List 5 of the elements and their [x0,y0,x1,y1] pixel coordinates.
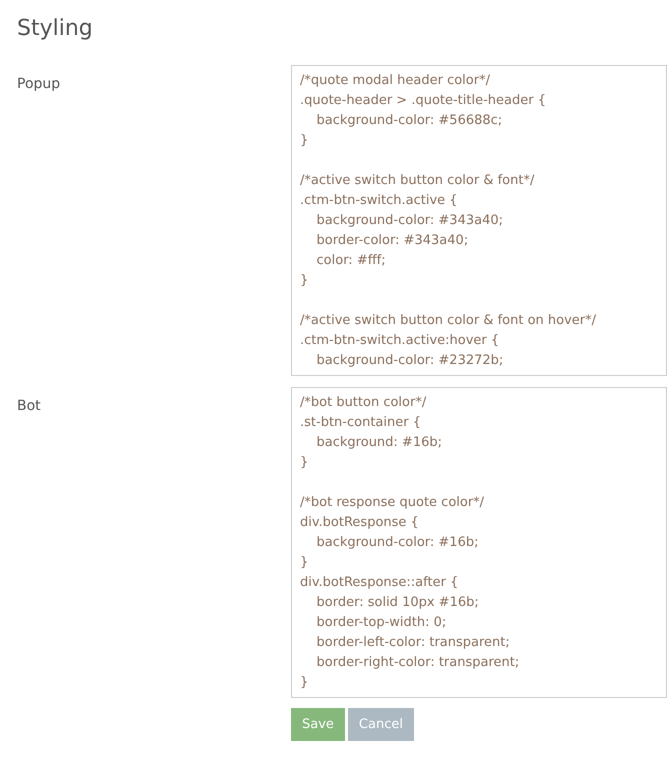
field-label: Bot [17,397,42,416]
css-code-field[interactable]: /*quote modal header color*/ .quote-header > .quote-title-header { background-color: #56688c; } /*active switch button color & font*/ .ctm-btn-switch.active { background-color: #343a40; border-color: #343a40; color: #fff; } /*active switch button color & font on hover*/ .ctm-btn-switch.active:hover { background-color: #23272b; [291,65,667,376]
page-title: Styling [17,15,93,43]
css-code-field[interactable]: /*bot button color*/ .st-btn-container { background: #16b; } /*bot response quote color*/ div.botResponse { background-color: #16b; } div.botResponse::after { border: solid 10px #16b; border-top-width: 0; border-left-color: transparent; border-right-color: transparent; } [291,387,667,698]
field-label: Popup [17,75,62,94]
